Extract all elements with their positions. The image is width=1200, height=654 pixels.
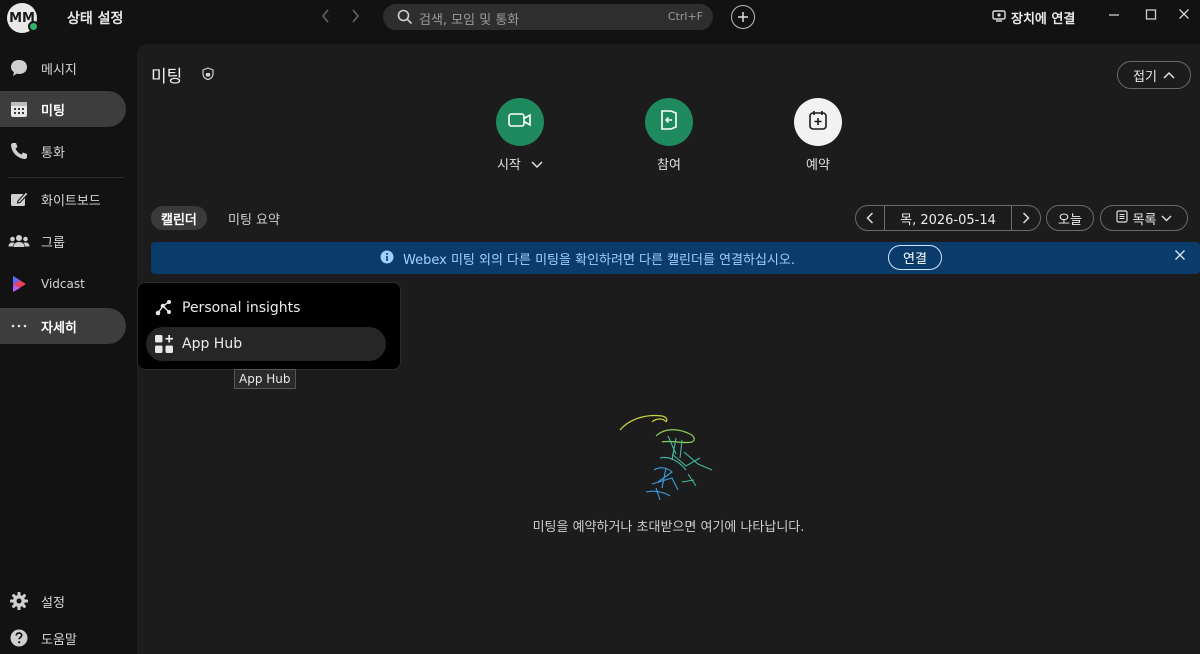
sidebar-item-label: 설정 [41,595,65,611]
close-icon[interactable] [1178,7,1190,25]
join-meeting-button[interactable]: 참여 [619,98,719,173]
vidcast-icon [8,273,30,295]
chevron-down-icon [1161,211,1172,226]
collapse-label: 접기 [1133,69,1157,85]
menu-item-label: Personal insights [182,300,301,316]
sidebar-item-calls[interactable]: 통화 [0,133,126,169]
today-button[interactable]: 오늘 [1046,205,1094,231]
start-meeting-button[interactable]: 시작 [470,98,570,173]
status-setting-button[interactable]: 상태 설정 [67,8,123,28]
phone-icon [8,140,30,162]
sidebar-item-label: Vidcast [41,277,85,291]
minimize-icon[interactable] [1108,7,1120,25]
menu-item-label: App Hub [182,336,243,352]
date-navigator: 목, 2026-05-14 [855,205,1041,231]
schedule-meeting-circle[interactable] [794,98,842,146]
previous-day-button[interactable] [856,206,884,230]
sidebar-item-label: 통화 [41,145,65,161]
tab-bar: 캘린더 미팅 요약 목, 2026-05-14 오늘 목록 [145,194,1192,240]
sidebar-item-label: 자세히 [41,320,77,336]
sidebar-item-groups[interactable]: 그룹 [0,223,126,259]
search-placeholder: 검색, 모임 및 통화 [419,13,520,28]
insights-icon [154,298,174,318]
lock-icon [202,67,214,84]
sidebar-item-help[interactable]: 도움말 [0,620,126,654]
maximize-icon[interactable] [1145,7,1157,25]
empty-state-illustration [616,410,720,506]
back-arrow-icon[interactable] [320,8,332,28]
search-icon [397,9,413,29]
device-icon [992,9,1006,26]
join-meeting-label: 참여 [657,158,681,173]
calendar-add-icon [808,109,828,135]
sidebar-item-messages[interactable]: 메시지 [0,50,126,86]
device-connect-label: 장치에 연결 [1011,12,1076,27]
sidebar-item-meetings[interactable]: 미팅 [0,91,126,127]
next-day-button[interactable] [1012,206,1040,230]
sidebar-item-label: 화이트보드 [41,193,101,209]
view-select-label: 목록 [1132,212,1157,228]
start-meeting-circle[interactable] [496,98,544,146]
add-button[interactable] [731,5,755,29]
list-icon [1115,209,1128,227]
sidebar-item-label: 그룹 [41,235,65,251]
collapse-button[interactable]: 접기 [1117,61,1191,89]
menu-item-app-hub[interactable]: App Hub [146,327,386,361]
menu-item-personal-insights[interactable]: Personal insights [146,291,386,325]
sidebar-divider [8,177,124,178]
presence-status-icon [28,21,39,32]
chevron-down-icon[interactable] [531,158,543,173]
sidebar-item-label: 미팅 [41,103,65,119]
info-icon [380,250,394,268]
sidebar-item-label: 메시지 [41,62,77,78]
video-icon [508,111,532,133]
sidebar-item-vidcast[interactable]: Vidcast [0,266,126,302]
tab-meeting-summary[interactable]: 미팅 요약 [218,206,290,230]
gear-icon [8,590,30,612]
start-meeting-label: 시작 [470,154,570,173]
sidebar-item-label: 도움말 [41,632,77,648]
tooltip: App Hub [234,369,296,389]
schedule-meeting-button[interactable]: 예약 [768,98,868,173]
banner-message: Webex 미팅 외의 다른 미팅을 확인하려면 다른 캘린더를 연결하십시오. [403,253,795,268]
more-menu-popup: Personal insights App Hub [137,282,401,370]
schedule-meeting-label: 예약 [806,158,830,173]
help-icon [8,627,30,649]
forward-arrow-icon[interactable] [349,8,361,28]
sidebar-item-settings[interactable]: 설정 [0,583,126,619]
page-title: 미팅 [151,67,183,87]
sidebar-item-whiteboard[interactable]: 화이트보드 [0,181,126,217]
whiteboard-icon [8,188,30,210]
connect-calendar-button[interactable]: 연결 [888,245,942,270]
device-connect-button[interactable]: 장치에 연결 [992,8,1075,27]
view-select[interactable]: 목록 [1100,205,1188,231]
calendar-connect-banner: Webex 미팅 외의 다른 미팅을 확인하려면 다른 캘린더를 연결하십시오.… [151,242,1200,274]
sidebar-item-more[interactable]: 자세히 [0,308,126,344]
more-icon [8,315,30,337]
chat-bubble-icon [8,57,30,79]
app-hub-icon [154,334,174,354]
empty-state-message: 미팅을 예약하거나 초대받으면 여기에 나타납니다. [532,520,805,535]
current-date[interactable]: 목, 2026-05-14 [885,209,1011,228]
search-shortcut: Ctrl+F [667,10,703,23]
people-icon [8,230,30,252]
close-banner-icon[interactable] [1174,249,1186,265]
join-icon [659,109,679,135]
chevron-up-icon [1163,68,1175,83]
sidebar: 메시지 미팅 통화 화이트보드 그룹 Vidcast 자세히 설정 도움말 [0,44,130,654]
calendar-icon [8,98,30,120]
tab-calendar[interactable]: 캘린더 [151,206,207,230]
join-meeting-circle[interactable] [645,98,693,146]
title-bar: MM 상태 설정 검색, 모임 및 통화 Ctrl+F 장치에 연결 [0,0,1200,36]
search-input[interactable]: 검색, 모임 및 통화 Ctrl+F [383,4,713,30]
